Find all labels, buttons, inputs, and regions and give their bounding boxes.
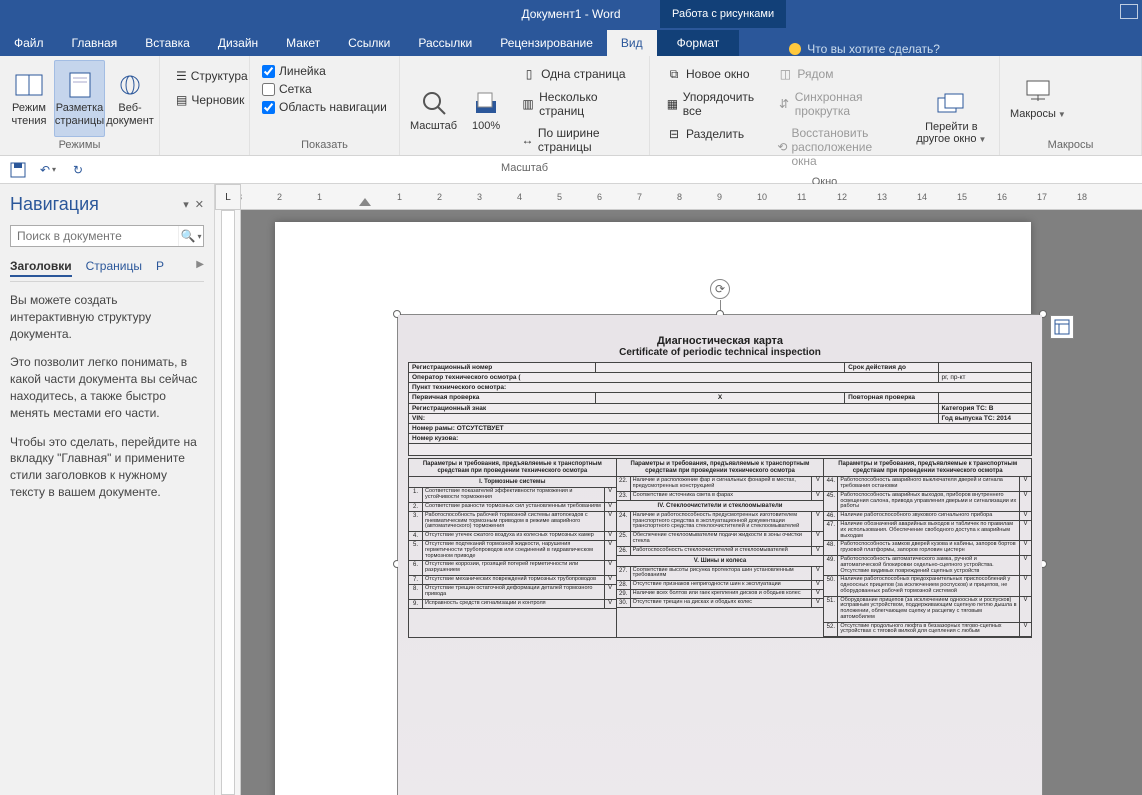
draft-icon: ▤ — [176, 92, 187, 108]
bulb-icon — [789, 43, 801, 55]
nav-tab-pages[interactable]: Страницы — [86, 257, 142, 277]
split-button[interactable]: ⊟Разделить — [662, 124, 761, 144]
menu-references[interactable]: Ссылки — [334, 30, 404, 56]
one-page-button[interactable]: ▯Одна страница — [517, 64, 637, 84]
horizontal-ruler[interactable]: 321123456789101112131415161718 — [241, 184, 1142, 210]
layout-options-button[interactable] — [1050, 315, 1074, 339]
read-mode-button[interactable]: Режим чтения — [6, 60, 52, 137]
document-page: ⟳ Диагностическая карта Certificate of p… — [275, 222, 1031, 795]
reset-pos-button: ⟲Восстановить расположение окна — [773, 124, 903, 170]
nav-search-input[interactable] — [11, 226, 178, 246]
nav-pane-title: Навигация — [10, 194, 99, 215]
outline-icon: ☰ — [176, 68, 187, 84]
zoom-group-label: Масштаб — [406, 160, 643, 174]
switch-window-button[interactable]: Перейти в другое окно▼ — [910, 60, 993, 174]
gridlines-checkbox[interactable]: Сетка — [262, 82, 387, 96]
indent-marker[interactable] — [359, 198, 371, 206]
search-icon[interactable]: 🔍▾ — [178, 226, 203, 246]
switch-window-icon — [936, 89, 966, 119]
page-width-button[interactable]: ↔По ширине страницы — [517, 124, 637, 156]
zoom-100-icon — [471, 88, 501, 118]
modes-group-label: Режимы — [6, 137, 153, 151]
sync-scroll-button: ⇵Синхронная прокрутка — [773, 88, 903, 120]
web-layout-icon — [115, 70, 145, 100]
menu-mailings[interactable]: Рассылки — [404, 30, 486, 56]
zoom-icon — [419, 88, 449, 118]
menu-file[interactable]: Файл — [0, 30, 58, 56]
macros-icon — [1023, 76, 1053, 106]
nav-close-icon[interactable]: ✕ — [195, 198, 204, 211]
menu-view[interactable]: Вид — [607, 30, 657, 56]
new-window-icon: ⧉ — [666, 66, 682, 82]
scanned-document-image: Диагностическая карта Certificate of per… — [398, 315, 1042, 795]
reset-icon: ⟲ — [777, 139, 787, 155]
outline-button[interactable]: ☰Структура — [172, 66, 237, 86]
nav-body-text: Вы можете создать интерактивную структур… — [10, 292, 204, 513]
side-icon: ◫ — [777, 66, 793, 82]
vertical-ruler[interactable] — [215, 210, 241, 795]
print-layout-icon — [65, 70, 95, 100]
zoom-100-button[interactable]: 100% — [463, 60, 509, 160]
one-page-icon: ▯ — [521, 66, 537, 82]
show-group-label: Показать — [256, 137, 393, 151]
nav-dropdown-icon[interactable]: ▾ — [183, 198, 189, 211]
nav-search[interactable]: 🔍▾ — [10, 225, 204, 247]
new-window-button[interactable]: ⧉Новое окно — [662, 64, 761, 84]
menu-review[interactable]: Рецензирование — [486, 30, 607, 56]
nav-tab-scroll[interactable]: ▶ — [196, 257, 204, 277]
undo-button[interactable]: ↶▾ — [38, 160, 58, 180]
undo-icon: ↶ — [40, 163, 50, 177]
menu-home[interactable]: Главная — [58, 30, 132, 56]
image-selection[interactable]: ⟳ Диагностическая карта Certificate of p… — [397, 314, 1043, 795]
nav-tab-results[interactable]: Р — [156, 257, 164, 277]
menu-format[interactable]: Формат — [657, 30, 740, 56]
redo-button[interactable]: ↻ — [68, 160, 88, 180]
split-icon: ⊟ — [666, 126, 682, 142]
save-button[interactable] — [8, 160, 28, 180]
side-by-side-button: ◫Рядом — [773, 64, 903, 84]
ruler-corner[interactable]: L — [215, 184, 241, 210]
rotate-handle[interactable]: ⟳ — [710, 279, 730, 299]
app-title: Документ1 - Word — [521, 7, 620, 21]
multi-page-button[interactable]: ▥Несколько страниц — [517, 88, 637, 120]
menu-layout[interactable]: Макет — [272, 30, 334, 56]
menu-design[interactable]: Дизайн — [204, 30, 272, 56]
draft-button[interactable]: ▤Черновик — [172, 90, 237, 110]
zoom-button[interactable]: Масштаб — [406, 60, 461, 160]
ribbon-options-icon[interactable] — [1120, 4, 1138, 19]
page-width-icon: ↔ — [521, 132, 534, 148]
multi-page-icon: ▥ — [521, 96, 535, 112]
macros-group-label: Макросы — [1006, 137, 1135, 151]
arrange-icon: ▦ — [666, 96, 679, 112]
read-mode-icon — [14, 70, 44, 100]
print-layout-button[interactable]: Разметка страницы — [54, 60, 105, 137]
menu-insert[interactable]: Вставка — [131, 30, 204, 56]
web-layout-button[interactable]: Веб-документ — [107, 60, 153, 137]
redo-icon: ↻ — [73, 163, 83, 177]
macros-button[interactable]: Макросы▼ — [1006, 60, 1070, 137]
save-icon — [10, 162, 26, 178]
arrange-all-button[interactable]: ▦Упорядочить все — [662, 88, 761, 120]
nav-pane-checkbox[interactable]: Область навигации — [262, 100, 387, 114]
tell-me[interactable]: Что вы хотите сделать? — [789, 42, 940, 56]
ruler-checkbox[interactable]: Линейка — [262, 64, 387, 78]
picture-tools-tab: Работа с рисунками — [660, 0, 786, 28]
nav-tab-headings[interactable]: Заголовки — [10, 257, 72, 277]
sync-icon: ⇵ — [777, 96, 790, 112]
